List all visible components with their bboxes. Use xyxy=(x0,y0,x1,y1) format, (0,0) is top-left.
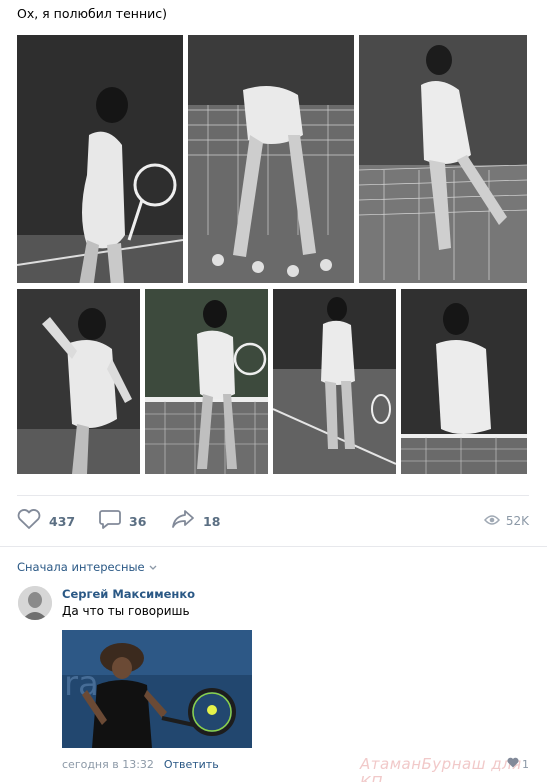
post-text: Ох, я полюбил теннис) xyxy=(17,6,167,21)
views-counter: 52K xyxy=(483,510,529,532)
like-button[interactable]: 437 xyxy=(17,509,76,533)
svg-text:ra: ra xyxy=(64,664,99,704)
comment-button[interactable]: 36 xyxy=(99,510,146,532)
post-photo-7[interactable] xyxy=(401,289,527,474)
comments-sort-dropdown[interactable]: Сначала интересные xyxy=(17,560,157,574)
comment-text: Да что ты говоришь xyxy=(62,604,190,618)
comment-icon xyxy=(99,509,121,533)
comment-like-button[interactable]: 1 xyxy=(507,757,529,771)
share-button[interactable]: 18 xyxy=(171,510,220,532)
post-photo-5[interactable] xyxy=(145,289,268,474)
view-count: 52K xyxy=(505,514,529,528)
comment-author-link[interactable]: Сергей Максименко xyxy=(62,587,195,601)
post-divider-bottom xyxy=(0,546,547,547)
sort-label: Сначала интересные xyxy=(17,560,145,574)
comment-count: 36 xyxy=(129,513,147,529)
avatar[interactable] xyxy=(18,586,52,620)
reply-button[interactable]: Ответить xyxy=(164,758,219,771)
comment-time[interactable]: сегодня в 13:32 xyxy=(62,758,154,771)
like-count: 437 xyxy=(49,513,76,529)
comment-photo[interactable]: ra xyxy=(62,630,252,748)
post-photo-2[interactable] xyxy=(188,35,354,283)
post-actions-bar: 437 36 18 52K xyxy=(17,509,529,533)
post-photo-6[interactable] xyxy=(273,289,396,474)
comment-meta: сегодня в 13:32 Ответить xyxy=(62,758,219,771)
share-count: 18 xyxy=(203,513,221,529)
eye-icon xyxy=(483,514,500,529)
comment-like-count: 1 xyxy=(522,757,529,771)
chevron-down-icon xyxy=(149,560,157,574)
share-icon xyxy=(171,509,195,533)
heart-icon xyxy=(17,509,41,533)
post-photo-1[interactable] xyxy=(17,35,183,283)
heart-icon xyxy=(507,757,519,771)
post-photo-3[interactable] xyxy=(359,35,527,283)
post-photo-4[interactable] xyxy=(17,289,140,474)
post-divider-top xyxy=(17,495,529,496)
